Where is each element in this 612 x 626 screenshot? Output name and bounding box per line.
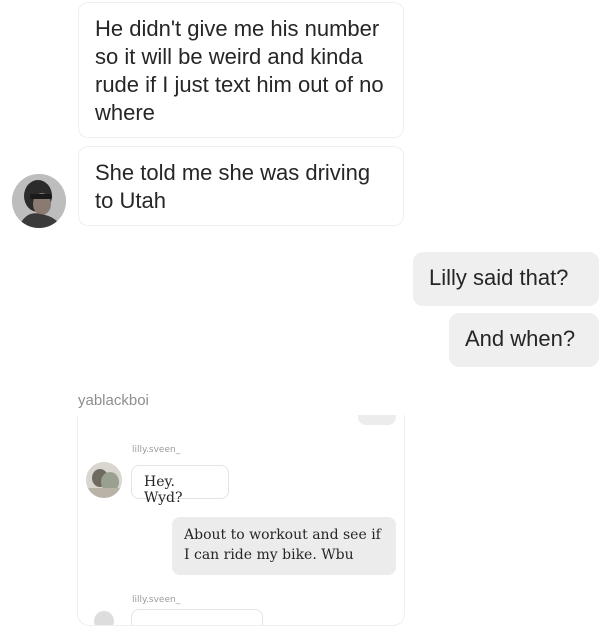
message-text: He didn't give me his number so it will … — [95, 16, 384, 125]
contact-avatar[interactable] — [12, 174, 66, 228]
message-text: Lilly said that? — [429, 265, 569, 290]
message-text: Hey. Wyd? — [144, 474, 183, 506]
avatar-photo-icon — [86, 462, 122, 498]
incoming-message[interactable]: She told me she was driving to Utah — [78, 146, 404, 226]
inner-sender-name: lilly.sveen_ — [132, 445, 181, 455]
shared-post-sender: yablackboi — [78, 392, 149, 409]
inner-outgoing-message: About to workout and see if I can ride m… — [172, 517, 396, 575]
incoming-message[interactable]: He didn't give me his number so it will … — [78, 2, 404, 138]
message-text: About to workout and see if I can ride m… — [184, 527, 381, 563]
inner-avatar — [86, 462, 122, 498]
avatar-photo-icon — [12, 174, 66, 228]
outgoing-message[interactable]: Lilly said that? — [413, 252, 599, 306]
shared-post-card[interactable]: lilly.sveen_ Hey. Wyd? About to workout … — [77, 415, 405, 626]
inner-sender-name: lilly.sveen_ — [132, 595, 181, 605]
outgoing-message[interactable]: And when? — [449, 313, 599, 367]
message-text: And when? — [465, 326, 576, 351]
message-text: She told me she was driving to Utah — [95, 160, 371, 213]
inner-avatar — [94, 611, 114, 625]
inner-incoming-message: Hey. Wyd? — [131, 465, 229, 506]
card-top-tab — [358, 415, 396, 425]
